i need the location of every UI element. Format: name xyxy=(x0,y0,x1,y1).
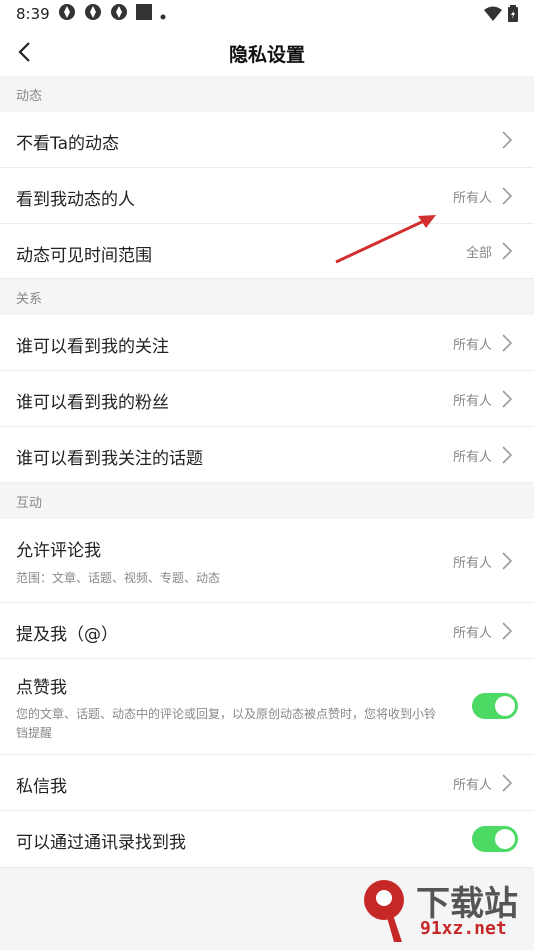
section-header-relations: 关系 xyxy=(0,279,534,315)
section-label: 关系 xyxy=(16,292,43,307)
chevron-right-icon xyxy=(502,334,513,352)
row-value: 所有人 xyxy=(452,556,492,571)
row-value: 所有人 xyxy=(452,394,492,409)
row-label: 动态可见时间范围 xyxy=(16,246,152,266)
notification-icon xyxy=(58,3,76,25)
row-subtitle: 范围：文章、话题、视频、专题、动态 xyxy=(16,571,221,585)
row-visible-range[interactable]: 动态可见时间范围 全部 xyxy=(0,224,534,279)
row-subtitle: 您的文章、话题、动态中的评论或回复，以及原创动态被点赞时，您将收到小铃铛提醒 xyxy=(16,707,437,740)
status-time: 8:39 xyxy=(16,5,50,23)
status-right xyxy=(484,5,518,26)
page-title: 隐私设置 xyxy=(228,44,305,66)
row-label: 允许评论我 xyxy=(16,541,101,561)
row-who-sees-fans[interactable]: 谁可以看到我的粉丝 所有人 xyxy=(0,371,534,427)
row-hide-ta-dynamics[interactable]: 不看Ta的动态 xyxy=(0,112,534,168)
nav-bar: 隐私设置 xyxy=(0,28,534,77)
row-value: 所有人 xyxy=(452,778,492,793)
chevron-right-icon xyxy=(502,622,513,640)
toggle-knob xyxy=(495,829,515,849)
chevron-right-icon xyxy=(502,187,513,205)
row-label: 谁可以看到我的关注 xyxy=(16,337,169,357)
row-label: 谁可以看到我关注的话题 xyxy=(16,449,203,469)
dot-icon xyxy=(160,5,166,24)
row-label: 看到我动态的人 xyxy=(16,190,135,210)
watermark-logo-icon xyxy=(364,880,404,942)
row-like: 点赞我 您的文章、话题、动态中的评论或回复，以及原创动态被点赞时，您将收到小铃铛… xyxy=(0,659,534,755)
row-contacts: 可以通过通讯录找到我 xyxy=(0,811,534,868)
row-private-message[interactable]: 私信我 所有人 xyxy=(0,755,534,811)
row-who-sees-follows[interactable]: 谁可以看到我的关注 所有人 xyxy=(0,315,534,371)
wifi-icon xyxy=(484,6,502,26)
notification-icon xyxy=(84,3,102,25)
row-label: 不看Ta的动态 xyxy=(16,134,119,154)
row-mention[interactable]: 提及我（@） 所有人 xyxy=(0,603,534,659)
section-header-interaction: 互动 xyxy=(0,483,534,519)
status-bar: 8:39 xyxy=(0,0,534,28)
contacts-toggle[interactable] xyxy=(472,826,518,852)
row-who-sees-dynamics[interactable]: 看到我动态的人 所有人 xyxy=(0,168,534,224)
battery-icon xyxy=(508,5,518,26)
section-label: 互动 xyxy=(16,496,43,511)
watermark: 下载站 91xz.net xyxy=(356,874,526,946)
chevron-right-icon xyxy=(502,446,513,464)
annotation-arrow-icon xyxy=(335,215,436,264)
chevron-right-icon xyxy=(502,552,513,570)
row-value: 所有人 xyxy=(452,338,492,353)
section-header-dynamics: 动态 xyxy=(0,76,534,112)
row-label: 提及我（@） xyxy=(16,625,118,645)
row-value: 所有人 xyxy=(452,191,492,206)
square-icon xyxy=(135,4,152,24)
chevron-right-icon xyxy=(502,131,513,149)
row-label: 私信我 xyxy=(16,777,67,797)
row-who-sees-topics[interactable]: 谁可以看到我关注的话题 所有人 xyxy=(0,427,534,483)
section-label: 动态 xyxy=(16,89,43,104)
row-label: 谁可以看到我的粉丝 xyxy=(16,393,169,413)
watermark-url: 91xz.net xyxy=(420,918,507,939)
row-value: 所有人 xyxy=(452,626,492,641)
row-label: 可以通过通讯录找到我 xyxy=(16,833,186,853)
toggle-knob xyxy=(495,696,515,716)
like-toggle[interactable] xyxy=(472,693,518,719)
chevron-right-icon xyxy=(502,390,513,408)
row-value: 所有人 xyxy=(452,450,492,465)
chevron-right-icon xyxy=(502,242,513,260)
row-value: 全部 xyxy=(465,246,492,261)
row-label: 点赞我 xyxy=(16,678,67,698)
notification-icon xyxy=(110,3,128,25)
row-allow-comment[interactable]: 允许评论我 范围：文章、话题、视频、专题、动态 所有人 xyxy=(0,519,534,603)
chevron-right-icon xyxy=(502,774,513,792)
